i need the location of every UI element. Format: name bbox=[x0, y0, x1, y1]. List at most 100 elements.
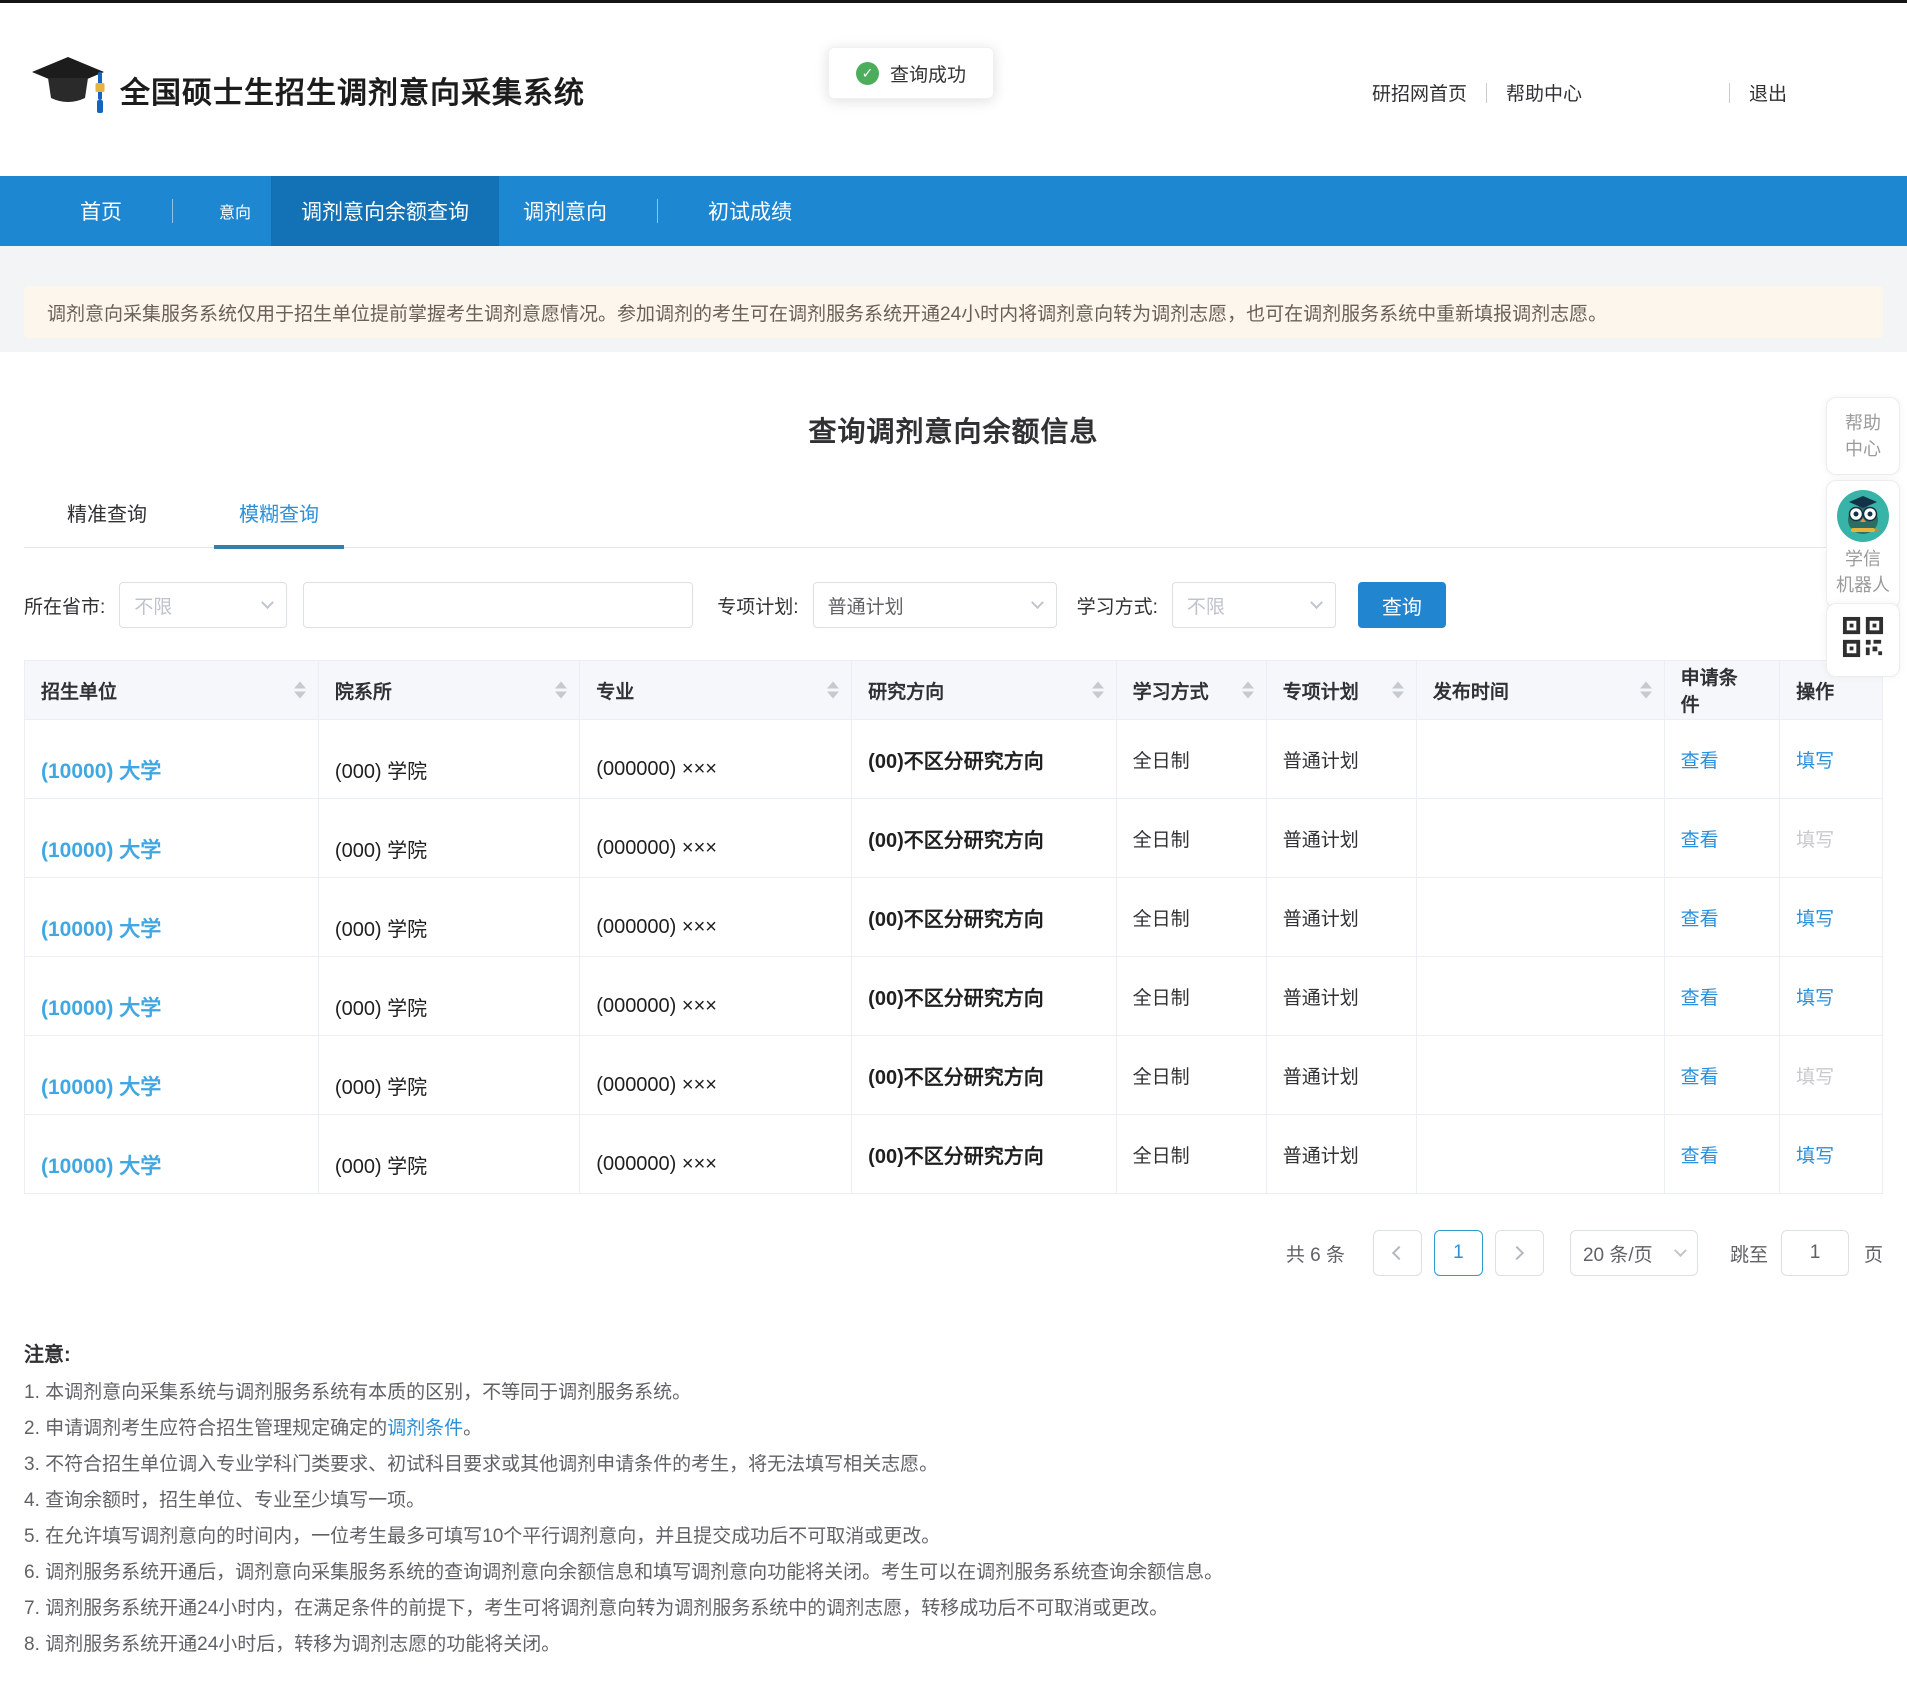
main-nav: 首页意向调剂意向余额查询调剂意向初试成绩 bbox=[0, 176, 1907, 246]
filter-bar: 所在省市: 不限 专项计划: 普通计划 学习方式: 不限 查询 bbox=[24, 582, 1883, 628]
fill-link[interactable]: 填写 bbox=[1796, 988, 1834, 1009]
unit-link[interactable]: (10000) 大学 bbox=[41, 755, 161, 785]
note-text: 8. 调剂服务系统开通24小时后，转移为调剂志愿的功能将关闭。 bbox=[24, 1634, 560, 1655]
nav-divider bbox=[657, 199, 658, 223]
column-header[interactable]: 院系所 bbox=[318, 661, 579, 720]
tab-fuzzy-query[interactable]: 模糊查询 bbox=[214, 498, 344, 549]
plan-label: 专项计划: bbox=[717, 592, 798, 619]
sort-caret-icon[interactable] bbox=[555, 682, 567, 699]
note-link[interactable]: 调剂条件 bbox=[387, 1418, 463, 1439]
help-center-link[interactable]: 帮助中心 bbox=[1506, 79, 1582, 106]
plan-select[interactable]: 普通计划 bbox=[813, 582, 1057, 628]
table-row: (10000) 大学(000) 学院(000000) ×××(00)不区分研究方… bbox=[25, 957, 1883, 1036]
view-link[interactable]: 查看 bbox=[1681, 1146, 1719, 1167]
study-mode-label: 学习方式: bbox=[1077, 592, 1158, 619]
study-cell: 全日制 bbox=[1133, 751, 1190, 772]
unit-link[interactable]: (10000) 大学 bbox=[41, 834, 161, 864]
nav-item-3[interactable]: 调剂意向 bbox=[499, 176, 631, 246]
note-item: 2. 申请调剂考生应符合招生管理规定确定的调剂条件。 bbox=[24, 1417, 1883, 1440]
column-header[interactable]: 学习方式 bbox=[1116, 661, 1266, 720]
fill-link: 填写 bbox=[1796, 830, 1834, 851]
plan-cell: 普通计划 bbox=[1283, 1067, 1359, 1088]
dept-cell: (000) 学院 bbox=[335, 992, 427, 1021]
chevron-down-icon bbox=[1031, 596, 1044, 609]
link-divider bbox=[1486, 83, 1487, 103]
nav-item-4[interactable]: 初试成绩 bbox=[684, 176, 816, 246]
major-cell: (000000) ××× bbox=[596, 1153, 717, 1176]
column-header[interactable]: 专业 bbox=[580, 661, 852, 720]
table-header-row: 招生单位院系所专业研究方向学习方式专项计划发布时间申请条件操作 bbox=[25, 661, 1883, 720]
dept-cell: (000) 学院 bbox=[335, 913, 427, 942]
unit-link[interactable]: (10000) 大学 bbox=[41, 1150, 161, 1180]
floating-help-center[interactable]: 帮助 中心 bbox=[1826, 397, 1900, 475]
note-text: 2. 申请调剂考生应符合招生管理规定确定的 bbox=[24, 1418, 387, 1439]
study-cell: 全日制 bbox=[1133, 909, 1190, 930]
prev-page-button[interactable] bbox=[1373, 1230, 1422, 1276]
query-tabs: 精准查询 模糊查询 bbox=[24, 498, 1883, 548]
site-header: 全国硕士生招生调剂意向采集系统 ✓ 查询成功 研招网首页 帮助中心 退出 bbox=[0, 3, 1907, 176]
note-item: 1. 本调剂意向采集系统与调剂服务系统有本质的区别，不等同于调剂服务系统。 bbox=[24, 1381, 1883, 1404]
sort-caret-icon[interactable] bbox=[1392, 682, 1404, 699]
note-item: 5. 在允许填写调剂意向的时间内，一位考生最多可填写10个平行调剂意向，并且提交… bbox=[24, 1525, 1883, 1548]
floating-robot[interactable]: 学信 机器人 bbox=[1826, 480, 1900, 609]
province-select[interactable]: 不限 bbox=[119, 582, 287, 628]
fill-link[interactable]: 填写 bbox=[1796, 751, 1834, 772]
total-count: 共 6 条 bbox=[1286, 1240, 1345, 1267]
sort-caret-icon[interactable] bbox=[1640, 682, 1652, 699]
unit-link[interactable]: (10000) 大学 bbox=[41, 992, 161, 1022]
view-link[interactable]: 查看 bbox=[1681, 1067, 1719, 1088]
jump-label: 跳至 bbox=[1730, 1240, 1768, 1267]
study-mode-select[interactable]: 不限 bbox=[1172, 582, 1336, 628]
sort-caret-icon[interactable] bbox=[1242, 682, 1254, 699]
fill-link[interactable]: 填写 bbox=[1796, 1146, 1834, 1167]
chevron-down-icon bbox=[261, 596, 274, 609]
floating-qr-code[interactable] bbox=[1826, 603, 1900, 677]
jump-page-input[interactable] bbox=[1781, 1230, 1849, 1276]
yanzhao-home-link[interactable]: 研招网首页 bbox=[1372, 79, 1467, 106]
dept-cell: (000) 学院 bbox=[335, 834, 427, 863]
column-header[interactable]: 研究方向 bbox=[852, 661, 1117, 720]
nav-item-0[interactable]: 首页 bbox=[56, 176, 146, 246]
major-cell: (000000) ××× bbox=[596, 837, 717, 860]
view-link[interactable]: 查看 bbox=[1681, 830, 1719, 851]
note-text: 。 bbox=[463, 1418, 482, 1439]
fill-link[interactable]: 填写 bbox=[1796, 909, 1834, 930]
unit-keyword-input[interactable] bbox=[303, 582, 693, 628]
major-cell: (000000) ××× bbox=[596, 1074, 717, 1097]
nav-item-2[interactable]: 调剂意向余额查询 bbox=[271, 176, 499, 246]
sort-caret-icon[interactable] bbox=[1092, 682, 1104, 699]
search-button[interactable]: 查询 bbox=[1358, 582, 1446, 628]
view-link[interactable]: 查看 bbox=[1681, 909, 1719, 930]
logout-link[interactable]: 退出 bbox=[1749, 79, 1787, 106]
column-label: 申请条件 bbox=[1681, 668, 1738, 716]
dept-cell: (000) 学院 bbox=[335, 1150, 427, 1179]
dept-cell: (000) 学院 bbox=[335, 755, 427, 784]
column-label: 学习方式 bbox=[1133, 682, 1209, 703]
tab-precise-query[interactable]: 精准查询 bbox=[42, 498, 172, 549]
note-text: 5. 在允许填写调剂意向的时间内，一位考生最多可填写10个平行调剂意向，并且提交… bbox=[24, 1526, 940, 1547]
notice-section: 调剂意向采集服务系统仅用于招生单位提前掌握考生调剂意愿情况。参加调剂的考生可在调… bbox=[0, 246, 1907, 352]
sort-caret-icon[interactable] bbox=[294, 682, 306, 699]
plan-value: 普通计划 bbox=[828, 592, 904, 619]
notes-section: 注意: 1. 本调剂意向采集系统与调剂服务系统有本质的区别，不等同于调剂服务系统… bbox=[24, 1338, 1883, 1656]
column-header[interactable]: 招生单位 bbox=[25, 661, 319, 720]
nav-item-1[interactable]: 意向 bbox=[199, 176, 271, 246]
view-link[interactable]: 查看 bbox=[1681, 751, 1719, 772]
sort-caret-icon[interactable] bbox=[827, 682, 839, 699]
notes-list: 1. 本调剂意向采集系统与调剂服务系统有本质的区别，不等同于调剂服务系统。 2. … bbox=[24, 1381, 1883, 1656]
column-label: 研究方向 bbox=[868, 682, 944, 703]
page-title: 查询调剂意向余额信息 bbox=[0, 410, 1907, 450]
column-header[interactable]: 发布时间 bbox=[1416, 661, 1664, 720]
direction-cell: (00)不区分研究方向 bbox=[868, 1146, 1044, 1168]
unit-link[interactable]: (10000) 大学 bbox=[41, 1071, 161, 1101]
link-divider bbox=[1729, 83, 1730, 103]
success-check-icon: ✓ bbox=[856, 62, 879, 85]
next-page-button[interactable] bbox=[1495, 1230, 1544, 1276]
plan-cell: 普通计划 bbox=[1283, 988, 1359, 1009]
study-cell: 全日制 bbox=[1133, 988, 1190, 1009]
view-link[interactable]: 查看 bbox=[1681, 988, 1719, 1009]
unit-link[interactable]: (10000) 大学 bbox=[41, 913, 161, 943]
page-size-select[interactable]: 20 条/页 bbox=[1570, 1230, 1698, 1276]
column-header[interactable]: 专项计划 bbox=[1266, 661, 1416, 720]
page-number-button[interactable]: 1 bbox=[1434, 1230, 1483, 1276]
